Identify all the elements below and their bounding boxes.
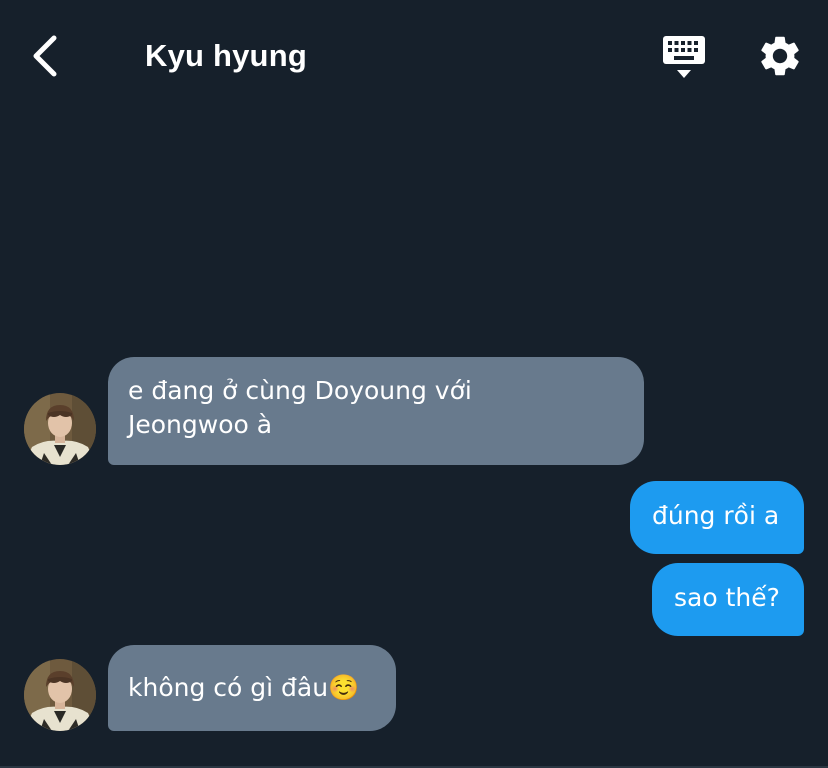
avatar-photo xyxy=(24,659,96,731)
gear-icon xyxy=(761,36,799,76)
chat-header: Kyu hyung xyxy=(0,0,828,112)
message-text-line: Jeongwoo à xyxy=(128,410,273,439)
message-text: sao thế? xyxy=(674,583,780,612)
message-text: đúng rồi a xyxy=(652,501,780,530)
avatar[interactable] xyxy=(24,393,96,465)
settings-button[interactable] xyxy=(756,32,804,80)
message-text-line: e đang ở cùng Doyoung với xyxy=(128,376,472,405)
chevron-left-icon xyxy=(33,35,57,77)
back-button[interactable] xyxy=(22,30,66,82)
avatar-photo xyxy=(24,393,96,465)
avatar[interactable] xyxy=(24,659,96,731)
keyboard-icon xyxy=(663,36,705,78)
message-bubble-sent[interactable]: sao thế? xyxy=(652,563,804,636)
message-bubble-received[interactable]: không có gì đâu☺️ xyxy=(108,645,396,731)
message-bubble-received[interactable]: e đang ở cùng Doyoung với Jeongwoo à xyxy=(108,357,644,465)
message-bubble-sent[interactable]: đúng rồi a xyxy=(630,481,804,554)
message-text: không có gì đâu☺️ xyxy=(128,673,360,702)
chat-title: Kyu hyung xyxy=(145,38,307,73)
keyboard-button[interactable] xyxy=(660,32,708,82)
